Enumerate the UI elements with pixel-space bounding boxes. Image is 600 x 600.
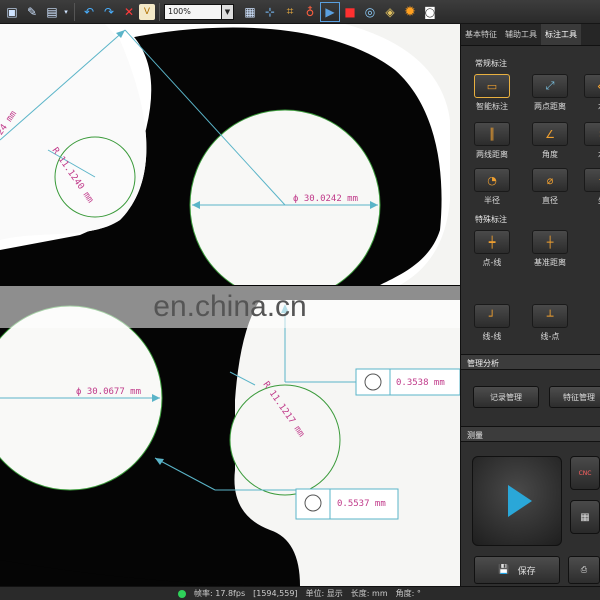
horizontal-icon: ⇔	[584, 74, 600, 98]
zoom-dropdown-icon[interactable]: ▼	[222, 3, 234, 20]
coordinate-icon: ⌖	[584, 168, 600, 192]
roundness-value-2[interactable]: 0.5537 mm	[337, 499, 386, 509]
diameter-lower-label[interactable]: ϕ 30.0677 mm	[76, 387, 141, 397]
angle-text: 角度: °	[395, 589, 421, 598]
tool-diameter[interactable]: ⌀ 直径	[529, 168, 571, 206]
clear-icon[interactable]: V	[139, 3, 155, 20]
line-point-icon: ┴	[532, 304, 568, 328]
status-bar: 帧率: 17.8fps [1594,559] 单位: 显示 长度: mm 角度:…	[0, 586, 600, 600]
diameter-icon: ⌀	[532, 168, 568, 192]
tool-coordinate[interactable]: ⌖ 坐	[581, 168, 600, 206]
datum-icon: ┼	[532, 230, 568, 254]
measurement-canvas[interactable]: ϕ 30.0242 mm 024 mm R 11.1240 mm ϕ 30.06…	[0, 24, 460, 586]
angle-icon: ∠	[532, 122, 568, 146]
tool-two-line-distance[interactable]: ║ 两线距离	[471, 122, 513, 160]
line-line-icon: ┘	[474, 304, 510, 328]
stop-icon[interactable]: ■	[340, 2, 360, 22]
undo-icon[interactable]: ↶	[79, 2, 99, 22]
roundness-value-1[interactable]: 0.3538 mm	[396, 378, 445, 388]
diameter-upper-label[interactable]: ϕ 30.0242 mm	[293, 194, 358, 204]
record-management-button[interactable]: 记录管理	[473, 386, 539, 408]
cnc-download-button[interactable]: CNC	[570, 456, 600, 490]
printer-icon: ⎙	[580, 565, 588, 574]
save-button-label: 保存	[517, 566, 536, 577]
tool-line-line[interactable]: ┘ 线-线	[471, 304, 513, 342]
settings-icon[interactable]: ✹	[400, 2, 420, 22]
section-manage-title: 管理分析	[461, 354, 600, 370]
start-measure-button[interactable]	[472, 456, 562, 546]
tool-horizontal[interactable]: ⇔ 水	[581, 74, 600, 112]
main-toolbar: ▣ ✎ ▤ ▾ ↶ ↷ ✕ V 100% ▼ ▦ ⊹ ⌗ ♁ ▶ ■ ◎ ◈ ✹…	[0, 0, 600, 24]
dropdown-arrow-icon[interactable]: ▾	[62, 2, 70, 22]
fps-text: 帧率: 17.8fps	[194, 589, 246, 598]
tool-line-point[interactable]: ┴ 线-点	[529, 304, 571, 342]
unit-text: 单位: 显示	[305, 589, 343, 598]
ruler-icon: ▭	[474, 74, 510, 98]
tool-vertical[interactable]: ⇕ 水	[581, 122, 600, 160]
image-icon[interactable]: ▣	[2, 2, 22, 22]
tool-datum-distance[interactable]: ┼ 基准距离	[529, 230, 571, 268]
cnc-label: CNC	[578, 469, 592, 477]
overlay-icon[interactable]: ◎	[360, 2, 380, 22]
tool-smart-annotation[interactable]: ▭ 智能标注	[471, 74, 513, 112]
tab-basic-features[interactable]: 基本特征	[461, 24, 501, 45]
group-common-title: 常规标注	[475, 59, 507, 68]
redo-icon[interactable]: ↷	[99, 2, 119, 22]
group-special-title: 特殊标注	[475, 215, 507, 224]
puzzle-icon[interactable]: ▦	[570, 500, 600, 534]
tool-two-point-distance[interactable]: ⤢ 两点距离	[529, 74, 571, 112]
feature-management-button[interactable]: 特征管理	[549, 386, 600, 408]
play-icon	[508, 485, 532, 517]
delete-icon[interactable]: ✕	[119, 2, 139, 22]
cursor-coords: [1594,559]	[253, 589, 298, 598]
tool-angle[interactable]: ∠ 角度	[529, 122, 571, 160]
frame-icon[interactable]: ⌗	[280, 2, 300, 22]
crosshair-icon[interactable]: ⊹	[260, 2, 280, 22]
toolbar-divider	[74, 2, 75, 21]
save-icon[interactable]: ✎	[22, 2, 42, 22]
two-point-icon: ⤢	[532, 74, 568, 98]
tool-radius[interactable]: ◔ 半径	[471, 168, 513, 206]
toolbar-divider	[159, 2, 160, 21]
watermark-banner: en.china.cn	[0, 286, 460, 328]
tab-annotation-tools[interactable]: 标注工具	[541, 24, 581, 45]
section-measure-title: 测量	[461, 426, 600, 442]
zoom-input[interactable]: 100%	[164, 3, 222, 20]
vertical-icon: ⇕	[584, 122, 600, 146]
status-indicator-icon	[178, 589, 186, 598]
point-line-icon: ┿	[474, 230, 510, 254]
save-button[interactable]: 💾 保存	[474, 556, 560, 584]
fit-window-icon[interactable]: ▦	[240, 2, 260, 22]
camera-icon[interactable]: ◙	[420, 2, 440, 22]
template-icon[interactable]: ▤	[42, 2, 62, 22]
thermometer-icon[interactable]: ♁	[300, 2, 320, 22]
two-line-icon: ║	[474, 122, 510, 146]
panel-tabs: 基本特征 辅助工具 标注工具	[461, 24, 600, 46]
tab-auxiliary-tools[interactable]: 辅助工具	[501, 24, 541, 45]
play-icon[interactable]: ▶	[320, 1, 340, 22]
length-text: 长度: mm	[350, 589, 388, 598]
radius-icon: ◔	[474, 168, 510, 192]
tool-point-line[interactable]: ┿ 点-线	[471, 230, 513, 268]
floppy-icon: 💾	[498, 565, 510, 575]
cube-icon[interactable]: ◈	[380, 2, 400, 22]
print-button[interactable]: ⎙	[568, 556, 600, 584]
